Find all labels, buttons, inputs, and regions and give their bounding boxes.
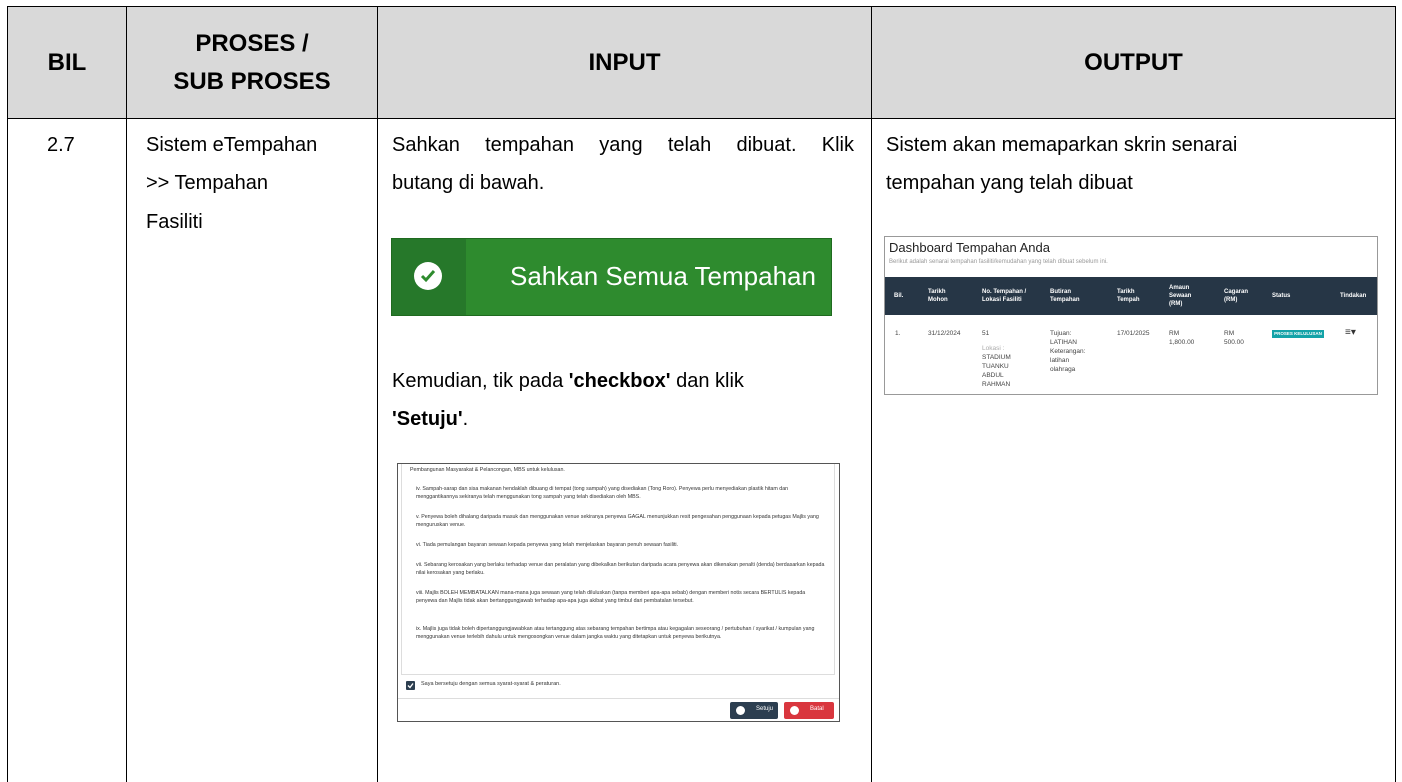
check-circle-icon <box>414 262 442 290</box>
column-divider <box>126 6 127 782</box>
cell-tarikh-mohon: 31/12/2024 <box>928 330 961 337</box>
col-butiran: Butiran Tempahan <box>1050 289 1080 303</box>
col-no-tempahan: No. Tempahan / Lokasi Fasiliti <box>982 289 1027 303</box>
table-border-right <box>1395 6 1396 782</box>
cell-keterangan: Keterangan: latihan olahraga <box>1050 348 1086 373</box>
action-menu-icon[interactable]: ≡▾ <box>1345 327 1356 338</box>
row-proses-line3: Fasiliti <box>146 211 203 233</box>
row-input-line4: 'Setuju'. <box>392 400 468 439</box>
terms-paragraph: Pembangunan Masyarakat & Pelancongan, MB… <box>410 467 565 473</box>
row-input-line3: Kemudian, tik pada 'checkbox' dan klik <box>392 362 744 401</box>
agree-checkbox[interactable] <box>406 681 415 690</box>
input-line3-text: Kemudian, tik pada <box>392 370 569 392</box>
header-proses-line1: PROSES / <box>195 29 309 57</box>
column-divider <box>871 6 872 782</box>
terms-paragraph: ix. Majlis juga tidak boleh dipertanggun… <box>416 626 815 640</box>
dashboard-table-header: Bil. Tarikh Mohon No. Tempahan / Lokasi … <box>885 277 1377 315</box>
dashboard-subtitle: Berikut adalah senarai tempahan fasiliti… <box>889 259 1108 265</box>
col-tarikh-mohon: Tarikh Mohon <box>928 289 948 303</box>
confirm-all-bookings-label: Sahkan Semua Tempahan <box>510 261 816 291</box>
cell-cagaran: RM 500.00 <box>1224 330 1244 346</box>
footer-divider <box>398 698 839 699</box>
cell-lokasi-label: Lokasi : <box>982 345 1005 352</box>
batal-button-label: Batal <box>810 706 824 712</box>
cell-no: 51 <box>982 330 990 337</box>
setuju-button-label: Setuju <box>756 706 774 712</box>
cell-tarikh-tempah: 17/01/2025 <box>1117 330 1150 337</box>
header-proses: PROSES / SUB PROSES <box>127 7 377 118</box>
setuju-button[interactable]: Setuju <box>730 702 778 719</box>
row-input-line2: butang di bawah. <box>392 172 545 194</box>
cell-lokasi: STADIUM TUANKU ABDUL RAHMAN <box>982 354 1011 388</box>
col-amaun: Amaun Sewaan (RM) <box>1169 285 1192 307</box>
cell-tujuan: Tujuan: LATIHAN <box>1050 330 1077 346</box>
cell-amaun: RM 1,800.00 <box>1169 330 1195 346</box>
header-proses-line2: SUB PROSES <box>173 67 331 95</box>
booking-dashboard-panel: Dashboard Tempahan Anda Berikut adalah s… <box>884 236 1378 395</box>
terms-agreement-panel: Pembangunan Masyarakat & Pelancongan, MB… <box>397 463 840 722</box>
row-output-line1: Sistem akan memaparkan skrin senarai <box>886 134 1238 156</box>
terms-paragraph: vi. Tiada pemulangan bayaran sewaan kepa… <box>416 542 679 548</box>
dashboard-title: Dashboard Tempahan Anda <box>889 240 1050 255</box>
input-line4-end: . <box>462 408 469 430</box>
setuju-keyword: 'Setuju' <box>392 408 463 430</box>
row-proses-line1: Sistem eTempahan <box>146 134 318 156</box>
terms-paragraph: vii. Sebarang kerosakan yang berlaku ter… <box>416 562 825 576</box>
agree-checkbox-label: Saya bersetuju dengan semua syarat-syara… <box>421 681 561 687</box>
table-border-left <box>7 6 8 782</box>
confirm-all-bookings-button[interactable]: Sahkan Semua Tempahan <box>391 238 832 316</box>
header-bil: BIL <box>47 48 87 76</box>
status-badge: PROSES KELULUSAN <box>1272 330 1324 338</box>
checkbox-keyword: 'checkbox' <box>568 370 671 392</box>
row-output-line2: tempahan yang telah dibuat <box>886 172 1133 194</box>
terms-paragraph: v. Penyewa boleh dihalang daripada masuk… <box>416 514 819 528</box>
col-cagaran: Cagaran (RM) <box>1224 289 1249 303</box>
col-status: Status <box>1272 293 1291 299</box>
header-divider <box>7 118 1396 119</box>
process-table: BIL PROSES / SUB PROSES INPUT OUTPUT 2.7… <box>0 0 1402 782</box>
col-bil: Bil. <box>894 293 904 299</box>
terms-paragraph: viii. Majlis BOLEH MEMBATALKAN mana-mana… <box>416 590 806 604</box>
col-tindakan: Tindakan <box>1340 293 1367 299</box>
input-line3-end: dan klik <box>670 370 744 392</box>
check-icon <box>736 706 745 715</box>
row-proses-line2: >> Tempahan <box>146 172 268 194</box>
terms-scroll-area[interactable]: Pembangunan Masyarakat & Pelancongan, MB… <box>401 464 835 675</box>
column-divider <box>377 6 378 782</box>
close-icon <box>790 706 799 715</box>
row-input-line1: Sahkan tempahan yang telah dibuat. Klik <box>392 134 854 156</box>
header-input: INPUT <box>588 48 661 76</box>
header-output: OUTPUT <box>1084 48 1183 76</box>
col-tarikh-tempah: Tarikh Tempah <box>1117 289 1140 303</box>
row-bil: 2.7 <box>47 134 75 156</box>
batal-button[interactable]: Batal <box>784 702 834 719</box>
cell-bil: 1. <box>895 330 901 337</box>
terms-paragraph: iv. Sampah-sarap dan sisa makanan hendak… <box>416 486 789 500</box>
